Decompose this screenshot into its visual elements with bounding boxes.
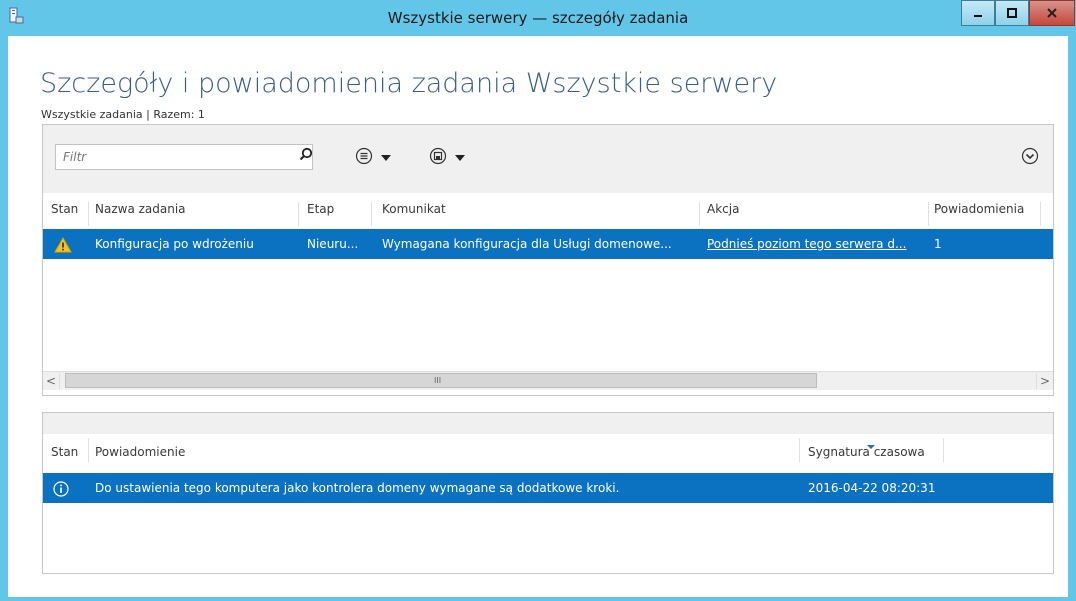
column-message[interactable]: Komunikat (382, 202, 446, 216)
notifications-panel: Stan Powiadomienie Sygnatura czasowa Do … (42, 412, 1054, 574)
column-stage[interactable]: Etap (307, 202, 334, 216)
column-notification[interactable]: Powiadomienie (95, 445, 185, 459)
column-separator[interactable] (928, 202, 929, 226)
tasks-toolbar (43, 125, 1053, 194)
task-row[interactable]: Konfiguracja po wdrożeniu Nieuru... Wyma… (43, 229, 1053, 259)
maximize-button[interactable] (995, 0, 1029, 26)
notification-timestamp: 2016-04-22 08:20:31 (808, 481, 936, 495)
column-timestamp[interactable]: Sygnatura czasowa (808, 445, 925, 459)
task-name: Konfiguracja po wdrożeniu (95, 237, 254, 251)
view-options-button[interactable] (355, 147, 391, 167)
warning-icon (54, 236, 72, 256)
horizontal-scrollbar[interactable]: < III > (43, 371, 1053, 390)
filter-box[interactable] (55, 144, 313, 170)
notifications-column-header: Stan Powiadomienie Sygnatura czasowa (43, 434, 1053, 464)
page-title: Szczegóły i powiadomienia zadania Wszyst… (40, 68, 778, 99)
column-task-name[interactable]: Nazwa zadania (95, 202, 186, 216)
search-icon[interactable] (299, 147, 313, 164)
filter-input[interactable] (61, 145, 265, 169)
client-area: Szczegóły i powiadomienia zadania Wszyst… (8, 36, 1068, 597)
list-icon (355, 147, 373, 168)
chevron-down-icon (381, 150, 391, 164)
window: Wszystkie serwery — szczegóły zadania Sz… (0, 0, 1076, 601)
task-notifications-count: 1 (934, 237, 942, 251)
column-notifications[interactable]: Powiadomienia (934, 202, 1024, 216)
column-separator[interactable] (298, 202, 299, 226)
scroll-right-icon[interactable]: > (1036, 373, 1053, 389)
save-options-button[interactable] (429, 147, 465, 167)
scroll-left-icon[interactable]: < (43, 373, 60, 389)
column-status[interactable]: Stan (51, 445, 78, 459)
window-title: Wszystkie serwery — szczegóły zadania (387, 9, 689, 27)
column-action[interactable]: Akcja (707, 202, 739, 216)
expand-circle-icon[interactable] (1021, 147, 1039, 168)
notifications-toolbar (43, 413, 1053, 434)
tasks-column-header: Stan Nazwa zadania Etap Komunikat Akcja … (43, 193, 1053, 226)
column-separator[interactable] (699, 202, 700, 226)
column-separator[interactable] (799, 438, 800, 462)
info-icon (53, 481, 69, 500)
column-status[interactable]: Stan (51, 202, 78, 216)
notification-text: Do ustawienia tego komputera jako kontro… (95, 481, 620, 495)
column-separator[interactable] (1040, 202, 1041, 226)
column-separator[interactable] (88, 438, 89, 462)
scrollbar-grip: III (434, 376, 442, 385)
save-icon (429, 147, 447, 168)
minimize-button[interactable] (961, 0, 995, 26)
column-separator[interactable] (371, 202, 372, 226)
column-separator[interactable] (88, 202, 89, 226)
tasks-panel: Stan Nazwa zadania Etap Komunikat Akcja … (42, 124, 1054, 396)
task-action-link[interactable]: Podnieś poziom tego serwera d... (707, 237, 906, 251)
notification-row[interactable]: Do ustawienia tego komputera jako kontro… (43, 473, 1053, 503)
close-button[interactable] (1029, 0, 1075, 26)
task-stage: Nieuru... (307, 237, 359, 251)
column-separator[interactable] (943, 438, 944, 462)
title-bar: Wszystkie serwery — szczegóły zadania (0, 0, 1076, 36)
task-message: Wymagana konfiguracja dla Usługi domenow… (382, 237, 672, 251)
chevron-down-icon (455, 150, 465, 164)
scrollbar-thumb[interactable]: III (65, 373, 817, 388)
breadcrumb: Wszystkie zadania | Razem: 1 (41, 108, 205, 121)
